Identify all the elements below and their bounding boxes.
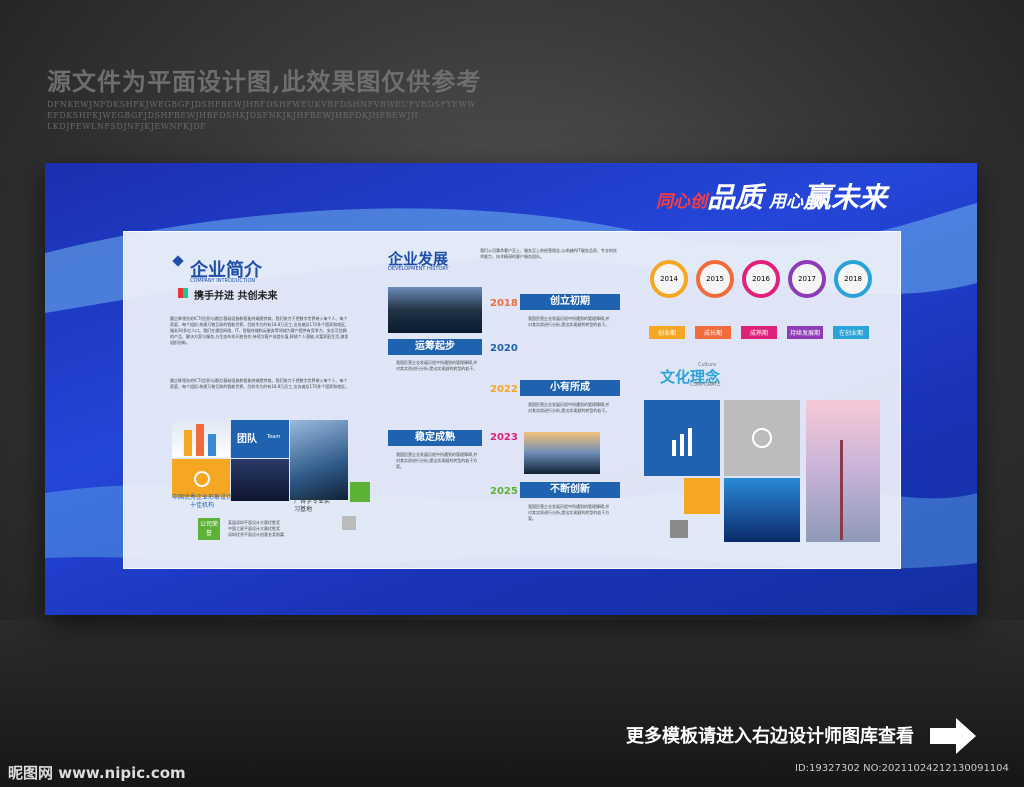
noise-line-2: EFDKSHFKJWEGBGFJDSHFBEWJHBFDSHKJDSFNKJKJ… <box>47 111 419 120</box>
intro-tagline: 携手并进 共创未来 <box>194 291 278 302</box>
heart-tile <box>172 459 230 497</box>
stage-text: 我国民营企业发展历程中所遇到的管理障碍,并对其实质进行分析,提出实现顺利转型的若… <box>396 452 478 469</box>
sunset-photo <box>524 432 600 474</box>
skyline-photo <box>724 478 800 542</box>
growth-chart-tile <box>644 400 720 476</box>
stage-mature: 稳定成熟 <box>388 430 482 446</box>
slogan-part-2: 品质 <box>707 181 764 214</box>
nipic-logo: 昵图网 www.nipic.com <box>8 764 186 782</box>
history-description: 我们公司秉承客户至上、服务至上的经营理念,以卓越的IT服务品质、专业的技术能力、… <box>480 248 617 259</box>
green-square <box>350 482 370 502</box>
team-label: 团队 <box>237 434 257 445</box>
tower-photo <box>806 400 880 542</box>
intro-paragraph-2: 晨企辉领先的ICT(信息与通信)基础设施和智能终端提供商。我们致力于把数字世界带… <box>170 378 350 389</box>
stage-text: 我国民营企业发展历程中所遇到的管理障碍,并对其实质进行分析,提出实现顺利转型的若… <box>528 402 610 413</box>
disclaimer-text: 源文件为平面设计图,此效果图仅供参考 <box>47 67 482 96</box>
honor-line: 深圳优秀平面设计创意金奖前篇 <box>228 532 284 537</box>
slogan-part-1: 同心创 <box>656 192 708 212</box>
year-2022: 2022 <box>490 384 518 395</box>
stage-text: 我国民营企业发展历程中所遇到的管理障碍,并对其实质进行分析,提出实现顺利转型的若… <box>528 504 610 521</box>
honor-badge: 公司荣誉 <box>198 518 220 540</box>
image-id: ID:19327302 NO:20211024212130091104 <box>795 763 1009 774</box>
timeline-circle-2017: 2017 <box>788 260 826 298</box>
timeline-circle-2016: 2016 <box>742 260 780 298</box>
culture-title-en2: CORPORATE <box>690 382 721 388</box>
building-photo <box>290 420 348 500</box>
year-2023: 2023 <box>490 432 518 443</box>
more-templates-text: 更多模板请进入右边设计师图库查看 <box>626 726 914 747</box>
honor-list: 某届深圳平面设计大赛优胜奖 中国之星平面设计大赛优胜奖 深圳优秀平面设计创意金奖… <box>228 520 328 538</box>
timeline-label: 创业期 <box>649 326 685 339</box>
team-tile: 团队 Team <box>231 420 289 458</box>
timeline-circle-2014: 2014 <box>650 260 688 298</box>
team-label-en: Team <box>267 434 281 440</box>
small-gray-square <box>670 520 688 538</box>
content-panel: 企业简介 COMPANY INTRODUCTION 携手并进 共创未来 晨企辉领… <box>123 231 901 569</box>
night-city-photo <box>231 459 289 501</box>
slogan-part-3: 用心 <box>763 192 803 212</box>
award-text-1: 中国优秀企业形象设计十佳机构 <box>172 494 233 509</box>
year-2018: 2018 <box>490 298 518 309</box>
gray-tile <box>724 400 800 476</box>
intro-subtitle: COMPANY INTRODUCTION <box>190 278 256 284</box>
timeline-label: 在创业期 <box>833 326 869 339</box>
stage-founding: 创立初期 <box>520 294 620 310</box>
year-2020: 2020 <box>490 343 518 354</box>
title-marker <box>172 255 184 267</box>
culture-timeline: 2014 2015 2016 2017 2018 创业期 成长期 成熟期 持续发… <box>644 260 884 339</box>
orange-square <box>684 478 720 514</box>
timeline-label: 成熟期 <box>741 326 777 339</box>
display-board: 同心创品质 用心赢未来 企业简介 COMPANY INTRODUCTION 携手… <box>45 163 977 615</box>
history-subtitle: DEVELOPMENT HISTORY <box>388 266 449 272</box>
stage-startup: 运筹起步 <box>388 339 482 355</box>
gray-square <box>342 516 356 530</box>
timeline-circle-2018: 2018 <box>834 260 872 298</box>
slogan: 同心创品质 用心赢未来 <box>656 176 887 216</box>
timeline-circle-2015: 2015 <box>696 260 734 298</box>
right-arrow-icon[interactable] <box>930 716 976 756</box>
color-square-icon <box>178 288 188 298</box>
stage-text: 我国民营企业发展历程中所遇到的管理障碍,并对其实质进行分析,提出实现顺利转型的若… <box>528 316 610 327</box>
lake-photo <box>388 287 482 333</box>
slogan-part-4: 赢未来 <box>802 181 887 214</box>
noise-line-3: LKDJFEWLNFSDJNFJKJEWNFKJDF <box>47 122 207 131</box>
stage-text: 我国民营企业发展历程中所遇到的管理障碍,并对其实质进行分析,提出实现顺利转型的若… <box>396 360 478 371</box>
stage-innovation: 不断创新 <box>520 482 620 498</box>
timeline-label: 持续发展期 <box>787 326 823 339</box>
city-illustration <box>172 420 230 458</box>
timeline-label: 成长期 <box>695 326 731 339</box>
culture-title-en1: Culture <box>698 362 717 368</box>
year-2025: 2025 <box>490 486 518 497</box>
stage-achievement: 小有所成 <box>520 380 620 396</box>
intro-paragraph-1: 晨企辉领先的ICT(信息与通信)基础设施和智能终端提供商。我们致力于把数字世界带… <box>170 316 349 345</box>
award-text-2: 广告学专业实习基地 <box>294 498 331 513</box>
noise-line-1: DFNKEWJNFDKSHFKJWEGBGFJDSHFBEWJHBFDSHFWE… <box>47 100 476 109</box>
